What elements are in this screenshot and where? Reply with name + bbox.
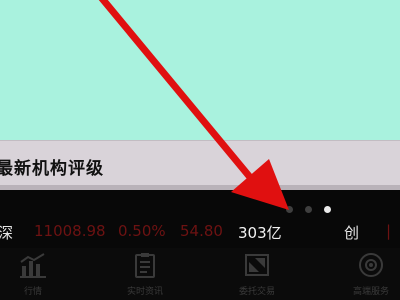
- trade-arrows-icon: [245, 254, 269, 276]
- tab-news[interactable]: 实时资讯: [95, 248, 195, 300]
- tab-trade[interactable]: 委托交易: [207, 248, 307, 300]
- chart-icon: [20, 253, 46, 278]
- index-ticker[interactable]: 深 11008.98 0.50% 54.80 303亿 创 |: [0, 222, 400, 248]
- trade-volume: 303亿: [238, 224, 282, 242]
- news-icon: [135, 253, 155, 278]
- page-dot-1[interactable]: [286, 206, 293, 213]
- premium-service-icon: [359, 253, 383, 277]
- page-indicator[interactable]: [286, 206, 331, 213]
- market-name-chinext: 创: [344, 224, 360, 242]
- page-dot-2[interactable]: [305, 206, 312, 213]
- section-title: 最新机构评级: [0, 159, 104, 179]
- tab-market-label: 行情: [23, 287, 42, 297]
- change-points: 54.80: [180, 222, 223, 240]
- market-name-shenzhen: 深: [0, 224, 14, 242]
- bottom-tab-bar: 行情 实时资讯 委托交易 高端服务: [0, 248, 400, 300]
- page-dot-3-active[interactable]: [324, 206, 331, 213]
- content-area: [0, 0, 400, 140]
- tab-news-label: 实时资讯: [126, 287, 163, 297]
- tab-trade-label: 委托交易: [238, 287, 275, 297]
- index-value: 11008.98: [34, 222, 106, 240]
- change-percent: 0.50%: [118, 222, 166, 240]
- tab-premium[interactable]: 高端服务: [321, 248, 400, 300]
- ticker-overflow-mark: |: [386, 222, 392, 240]
- tab-premium-label: 高端服务: [352, 287, 389, 297]
- tab-market[interactable]: 行情: [0, 248, 83, 300]
